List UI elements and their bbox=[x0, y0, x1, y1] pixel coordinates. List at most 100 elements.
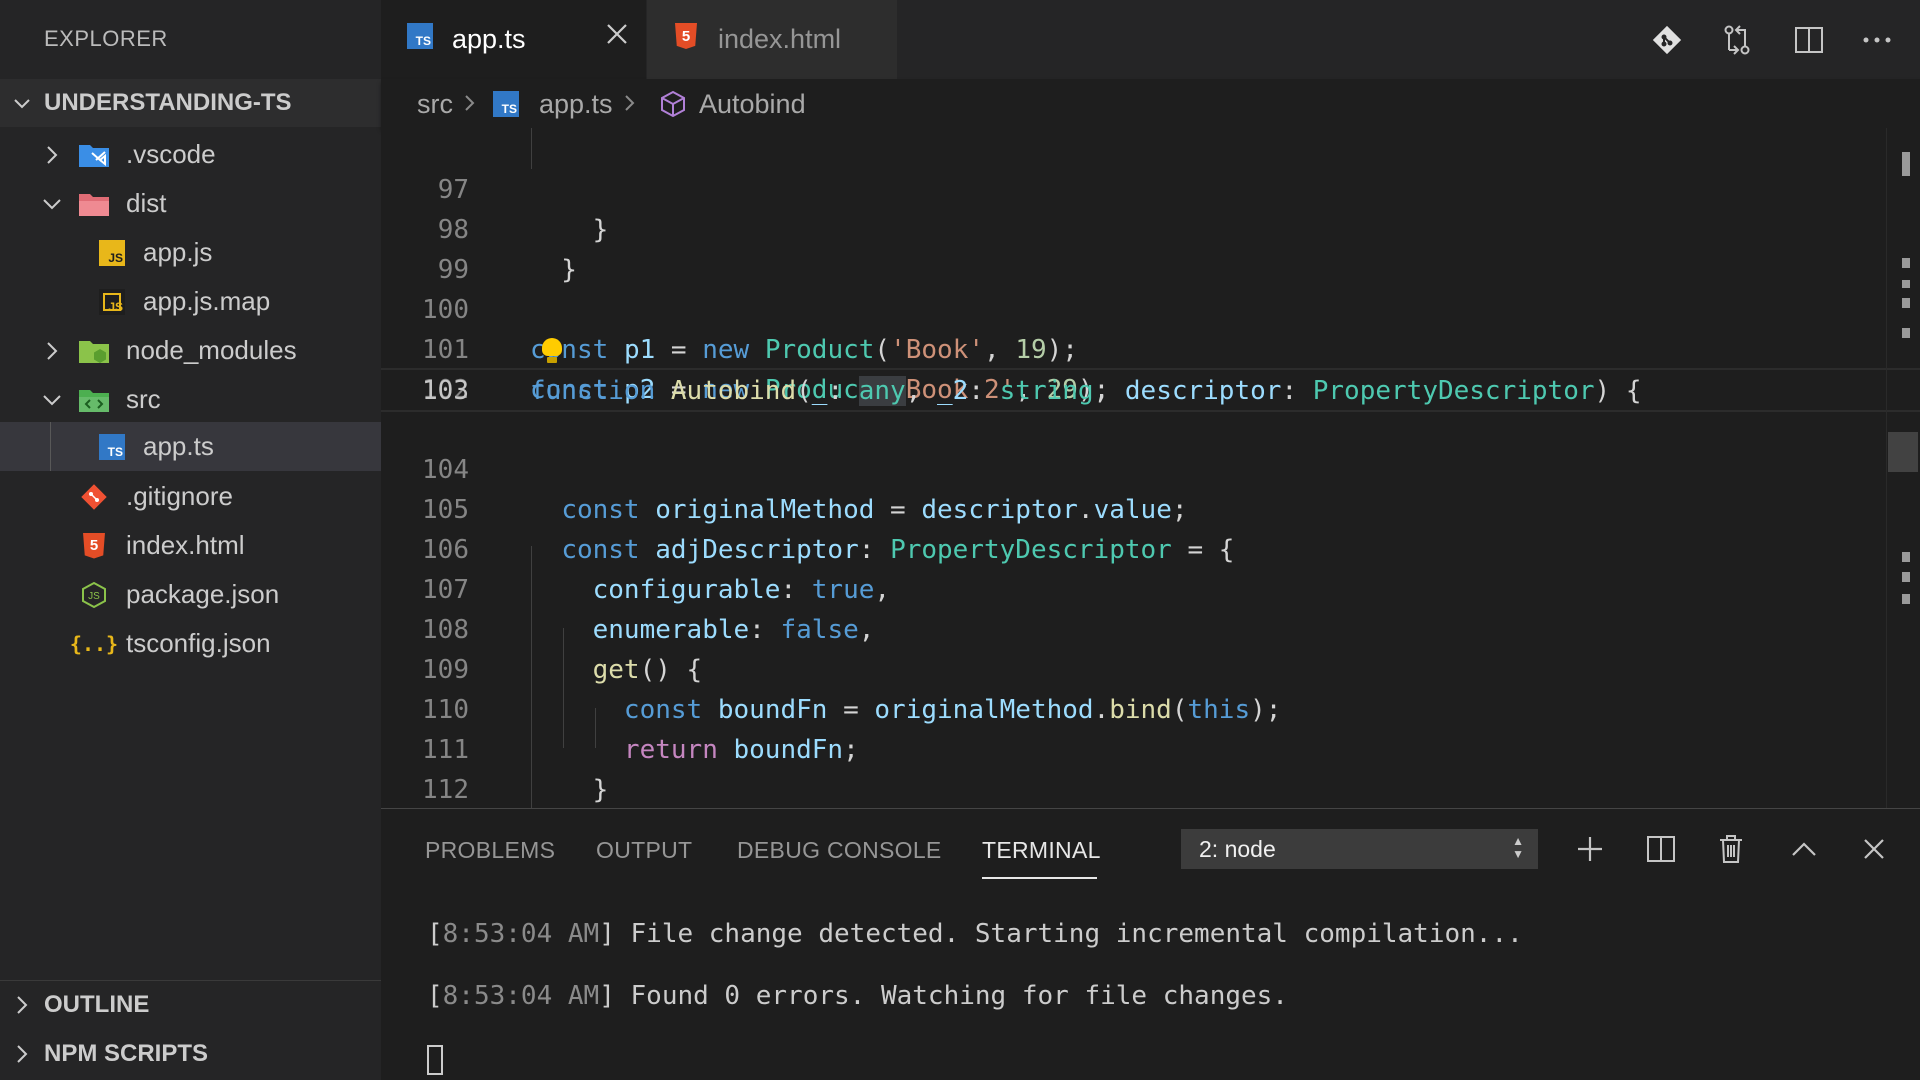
scrollbar-thumb[interactable] bbox=[1888, 432, 1918, 472]
chevron-right-icon bbox=[0, 1043, 44, 1065]
scrollbar-marker bbox=[1902, 298, 1910, 308]
tab-terminal[interactable]: TERMINAL bbox=[982, 837, 1101, 864]
scrollbar-marker bbox=[1902, 280, 1910, 288]
tab-label: app.ts bbox=[452, 24, 526, 54]
tree-item-label: app.js bbox=[143, 237, 213, 267]
code-line: 109 const boundFn = originalMethod.bind(… bbox=[381, 610, 1920, 725]
outline-label: OUTLINE bbox=[44, 990, 150, 1018]
tree-item-src[interactable]: src bbox=[0, 375, 381, 424]
more-actions-icon[interactable] bbox=[1857, 20, 1897, 60]
code-line: 105 const adjDescriptor: PropertyDescrip… bbox=[381, 450, 1920, 565]
code-line: 112 }; bbox=[381, 730, 1920, 805]
tree-item-label: tsconfig.json bbox=[126, 628, 271, 658]
workspace-root-header[interactable]: UNDERSTANDING-TS bbox=[0, 79, 381, 127]
terminal-line: [8:53:04 AM] Found 0 errors. Watching fo… bbox=[427, 981, 1288, 1011]
tab-index-html[interactable]: 5 index.html bbox=[647, 0, 897, 79]
tree-item-vscode[interactable]: .vscode bbox=[0, 130, 381, 179]
tab-app-ts[interactable]: TS app.ts bbox=[381, 0, 646, 79]
code-line: 113 return adjDescriptor; bbox=[381, 770, 1920, 808]
git-icon[interactable] bbox=[1647, 20, 1687, 60]
line-number: 103 bbox=[422, 376, 469, 406]
tree-item-gitignore[interactable]: .gitignore bbox=[0, 472, 381, 521]
html-file-icon: 5 bbox=[78, 530, 110, 562]
explorer-title: EXPLORER bbox=[44, 26, 168, 51]
select-arrows-icon: ▲ ▼ bbox=[1512, 834, 1524, 861]
breadcrumb-symbol[interactable]: Autobind bbox=[699, 89, 806, 120]
scrollbar-marker bbox=[1902, 594, 1910, 604]
html-file-icon: 5 bbox=[675, 23, 697, 49]
code-line: 102 bbox=[381, 330, 1920, 405]
new-terminal-icon[interactable] bbox=[1570, 829, 1610, 869]
src-folder-icon bbox=[78, 384, 110, 416]
tab-problems[interactable]: PROBLEMS bbox=[425, 837, 555, 864]
tab-output[interactable]: OUTPUT bbox=[596, 837, 692, 864]
code-line: 101 const p2 = new Product('Book 2', 29)… bbox=[381, 290, 1920, 405]
tree-item-label: node_modules bbox=[126, 335, 297, 365]
maximize-panel-icon[interactable] bbox=[1784, 829, 1824, 869]
chevron-right-icon bbox=[623, 87, 637, 124]
breadcrumb-file[interactable]: app.ts bbox=[539, 89, 613, 120]
code-line: 106 configurable: true, bbox=[381, 490, 1920, 605]
tree-item-app-js-map[interactable]: JS app.js.map bbox=[0, 277, 381, 326]
json-file-icon: {..} bbox=[69, 631, 119, 656]
chevron-down-icon bbox=[0, 93, 44, 113]
tree-item-label: dist bbox=[126, 188, 167, 218]
code-editor[interactable]: 97 } 98 } 99 100 const p1 = new Product(… bbox=[381, 128, 1920, 808]
js-map-file-icon: JS bbox=[96, 286, 128, 318]
terminal-select[interactable]: 2: node ▲ ▼ bbox=[1181, 829, 1538, 869]
tree-item-app-js[interactable]: JS app.js bbox=[0, 228, 381, 277]
terminal-line: [8:53:04 AM] File change detected. Start… bbox=[427, 919, 1523, 949]
active-tab-indicator bbox=[982, 877, 1097, 879]
split-terminal-icon[interactable] bbox=[1641, 829, 1681, 869]
breadcrumb: src TS app.ts Autobind bbox=[381, 79, 1920, 128]
terminal-cursor[interactable] bbox=[427, 1045, 443, 1075]
tree-item-app-ts[interactable]: TS app.ts bbox=[0, 422, 381, 471]
code-line: 99 bbox=[381, 210, 1920, 285]
code-line: 107 enumerable: false, bbox=[381, 530, 1920, 645]
tree-item-label: app.ts bbox=[143, 431, 214, 461]
chevron-down-icon bbox=[40, 192, 64, 216]
tree-item-package-json[interactable]: JS package.json bbox=[0, 570, 381, 619]
tree-item-dist[interactable]: dist bbox=[0, 179, 381, 228]
explorer-sidebar: EXPLORER UNDERSTANDING-TS .vscode dist J… bbox=[0, 0, 381, 1080]
trash-icon[interactable] bbox=[1711, 829, 1751, 869]
tree-item-tsconfig-json[interactable]: {..} tsconfig.json bbox=[0, 619, 381, 668]
vscode-folder-icon bbox=[78, 139, 110, 171]
terminal-timestamp: 8:53:04 AM bbox=[442, 919, 600, 949]
ts-file-icon: TS bbox=[96, 431, 128, 463]
breadcrumb-folder[interactable]: src bbox=[417, 89, 453, 120]
tree-item-label: .gitignore bbox=[126, 481, 233, 511]
chevron-down-icon bbox=[40, 388, 64, 412]
npm-scripts-section-header[interactable]: NPM SCRIPTS bbox=[0, 1030, 381, 1078]
tree-item-index-html[interactable]: 5 index.html bbox=[0, 521, 381, 570]
tree-item-label: src bbox=[126, 384, 161, 414]
ts-file-icon: TS bbox=[493, 91, 519, 117]
scrollbar-marker bbox=[1902, 328, 1910, 338]
code-line: 97 } bbox=[381, 130, 1920, 245]
code-line: 100 const p1 = new Product('Book', 19); bbox=[381, 250, 1920, 365]
chevron-right-icon bbox=[40, 143, 64, 167]
scrollbar-marker bbox=[1902, 258, 1910, 268]
terminal-message: File change detected. Starting increment… bbox=[630, 919, 1523, 949]
workspace-root-label: UNDERSTANDING-TS bbox=[44, 89, 292, 116]
code-line: 110 return boundFn; bbox=[381, 650, 1920, 765]
git-file-icon bbox=[78, 481, 110, 513]
outline-section-header[interactable]: OUTLINE bbox=[0, 980, 381, 1028]
terminal-message: Found 0 errors. Watching for file change… bbox=[630, 981, 1288, 1011]
close-icon[interactable] bbox=[605, 22, 629, 52]
node-folder-icon bbox=[78, 335, 110, 367]
split-editor-icon[interactable] bbox=[1789, 20, 1829, 60]
terminal-timestamp: 8:53:04 AM bbox=[442, 981, 600, 1011]
lightbulb-icon[interactable] bbox=[542, 338, 562, 363]
code-line: 111 } bbox=[381, 690, 1920, 805]
tree-item-node-modules[interactable]: node_modules bbox=[0, 326, 381, 375]
open-changes-icon[interactable] bbox=[1717, 20, 1757, 60]
tree-item-label: package.json bbox=[126, 579, 280, 609]
line-text: function Autobind(_: any, _2: string, de… bbox=[530, 376, 1642, 406]
tab-label: index.html bbox=[718, 24, 842, 54]
tab-debug-console[interactable]: DEBUG CONSOLE bbox=[737, 837, 942, 864]
close-panel-icon[interactable] bbox=[1854, 829, 1894, 869]
scrollbar-marker bbox=[1902, 152, 1910, 176]
npm-scripts-label: NPM SCRIPTS bbox=[44, 1040, 209, 1067]
svg-text:JS: JS bbox=[88, 591, 100, 602]
